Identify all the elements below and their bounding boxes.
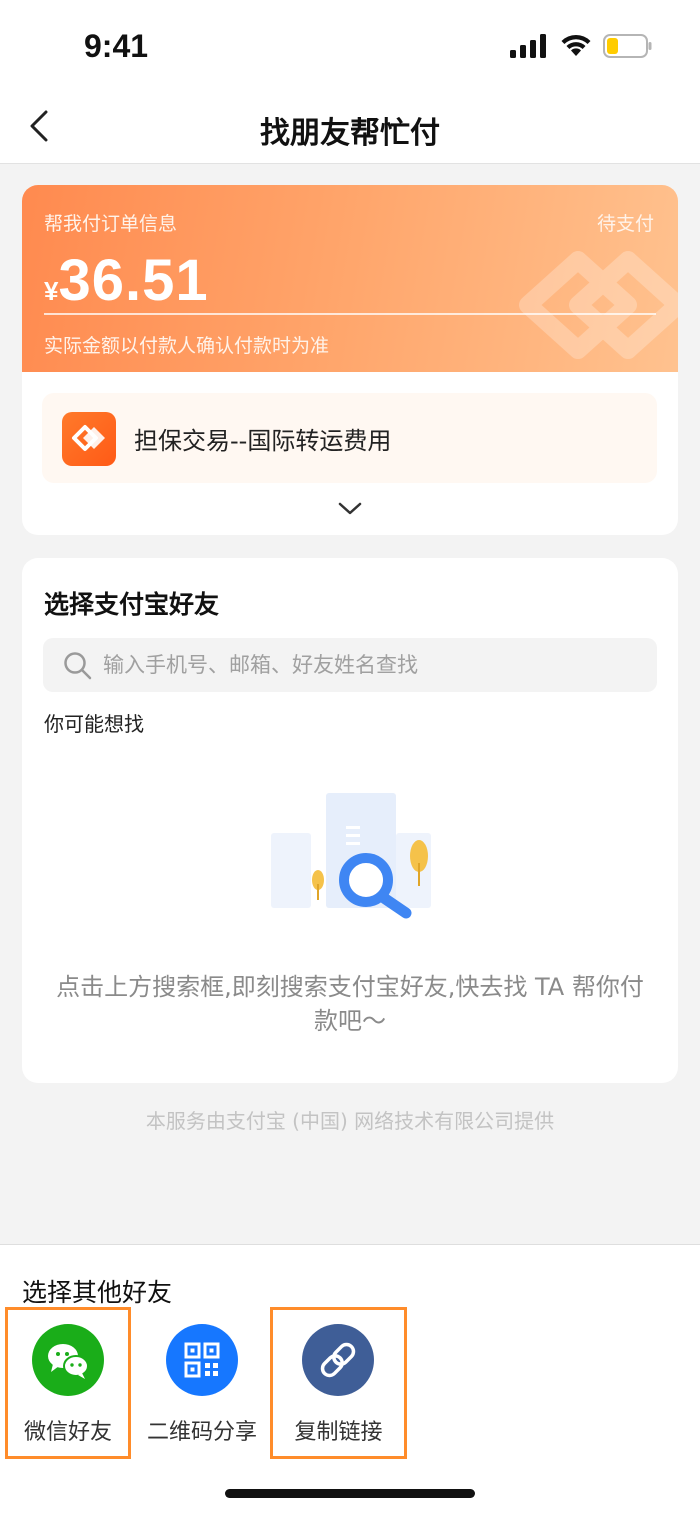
share-wechat-button[interactable]: 微信好友 bbox=[5, 1307, 131, 1459]
alipay-friends-card: 选择支付宝好友 你可能想找 点击上方搜索框,即刻搜索支付宝好友,快去找 TA 帮… bbox=[22, 558, 678, 1083]
order-item-name: 担保交易--国际转运费用 bbox=[134, 427, 392, 455]
friend-search-input[interactable] bbox=[103, 638, 643, 692]
order-card: 帮我付订单信息 待支付 ¥36.51 实际金额以付款人确认付款时为准 担保交易-… bbox=[22, 185, 678, 535]
status-bar: 9:41 bbox=[0, 0, 700, 92]
amount-value: 36.51 bbox=[58, 248, 209, 313]
chevron-down-icon[interactable] bbox=[338, 501, 362, 517]
amount-note: 实际金额以付款人确认付款时为准 bbox=[44, 335, 330, 357]
guarantee-trade-icon bbox=[62, 412, 116, 466]
suggestions-label: 你可能想找 bbox=[44, 712, 144, 736]
currency-symbol: ¥ bbox=[44, 276, 59, 306]
link-icon bbox=[302, 1324, 374, 1396]
payment-status: 待支付 bbox=[596, 213, 654, 235]
order-amount: ¥36.51 bbox=[44, 247, 209, 314]
order-item: 担保交易--国际转运费用 bbox=[42, 393, 657, 483]
share-wechat-label: 微信好友 bbox=[23, 1420, 112, 1445]
qr-code-icon bbox=[166, 1324, 238, 1396]
wifi-icon bbox=[561, 34, 591, 56]
other-friends-title: 选择其他好友 bbox=[22, 1278, 173, 1307]
nav-bar: 找朋友帮忙付 bbox=[0, 92, 700, 164]
home-indicator bbox=[225, 1489, 475, 1498]
share-qr-code-label: 二维码分享 bbox=[146, 1420, 257, 1445]
page-title: 找朋友帮忙付 bbox=[260, 116, 440, 151]
heart-hands-watermark-icon bbox=[519, 251, 678, 359]
cellular-signal-icon bbox=[510, 34, 546, 58]
order-header: 帮我付订单信息 待支付 ¥36.51 实际金额以付款人确认付款时为准 bbox=[22, 185, 678, 372]
battery-icon bbox=[603, 34, 652, 58]
copy-link-button[interactable]: 复制链接 bbox=[270, 1307, 407, 1459]
share-qr-code-button[interactable]: 二维码分享 bbox=[140, 1310, 264, 1462]
friends-section-title: 选择支付宝好友 bbox=[44, 590, 220, 619]
copy-link-label: 复制链接 bbox=[294, 1420, 383, 1445]
empty-search-illustration-icon bbox=[271, 793, 431, 919]
empty-hint-text: 点击上方搜索框,即刻搜索支付宝好友,快去找 TA 帮你付款吧～ bbox=[56, 973, 644, 1035]
service-provider-text: 本服务由支付宝 (中国) 网络技术有限公司提供 bbox=[145, 1109, 555, 1133]
friend-search-box[interactable] bbox=[43, 638, 657, 692]
header-divider bbox=[44, 313, 656, 315]
other-friends-panel: 选择其他好友 微信好友 二维码分享 复制链接 bbox=[0, 1244, 700, 1514]
status-time: 9:41 bbox=[84, 28, 149, 64]
order-header-label: 帮我付订单信息 bbox=[44, 213, 178, 235]
search-icon bbox=[64, 652, 92, 680]
wechat-icon bbox=[32, 1324, 104, 1396]
